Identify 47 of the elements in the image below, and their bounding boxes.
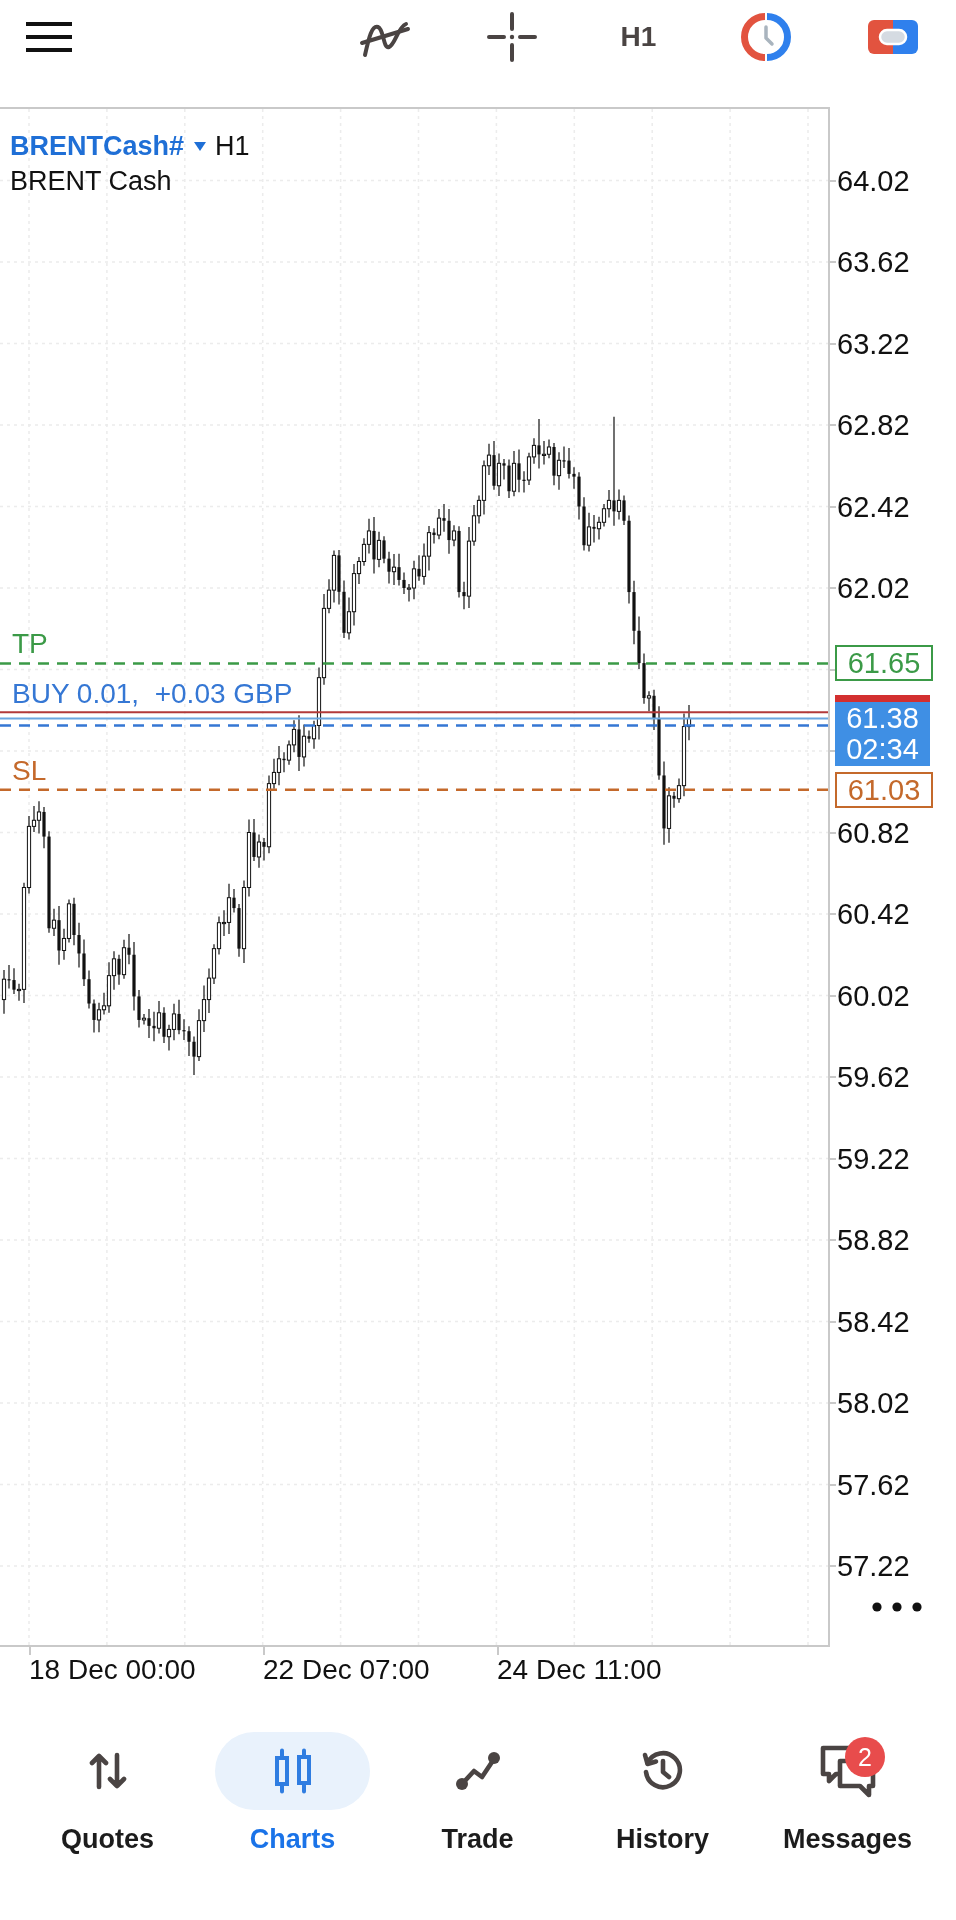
price-axis-label: 63.62 [837, 245, 910, 279]
crosshair-icon[interactable] [486, 12, 537, 62]
position-label: BUY 0.01, +0.03 GBP [12, 679, 293, 710]
bar-countdown: 02:34 [845, 734, 920, 766]
price-axis-label: 60.42 [837, 897, 910, 931]
trend-line-icon [454, 1751, 501, 1791]
price-axis-label: 59.62 [837, 1060, 910, 1094]
price-axis-label: 57.62 [837, 1467, 910, 1502]
take-profit-label: TP [12, 629, 48, 660]
price-axis-label: 62.02 [837, 571, 910, 605]
timeframe-label: H1 [215, 130, 250, 163]
price-axis-label: 59.22 [837, 1141, 910, 1176]
stop-loss-price-tag: 61.03 [835, 771, 933, 808]
timeframe-button[interactable]: H1 [620, 23, 657, 51]
nav-tab[interactable]: History [570, 1732, 755, 1855]
nav-tab[interactable]: Trade [385, 1732, 570, 1855]
switch-icon[interactable] [867, 20, 918, 54]
take-profit-line[interactable] [0, 662, 828, 665]
price-axis-label: 58.42 [837, 1304, 910, 1339]
caret-icon[interactable] [194, 142, 207, 151]
price-axis-label: 58.82 [837, 1223, 910, 1257]
price-axis-label: 64.02 [837, 163, 910, 198]
price-axis-label: 58.02 [837, 1386, 910, 1420]
symbol-description: BRENT Cash [10, 165, 173, 198]
time-axis-label: 22 Dec 07:00 [263, 1653, 430, 1687]
stop-loss-line[interactable] [0, 788, 828, 791]
price-axis-label: 63.22 [837, 326, 910, 361]
symbol-name[interactable]: BRENTCash# [10, 129, 185, 164]
position-line[interactable] [0, 724, 828, 727]
time-axis-label: 24 Dec 11:00 [497, 1653, 662, 1687]
arrows-up-down-icon [87, 1752, 128, 1790]
price-axis-label: 60.82 [837, 815, 910, 850]
nav-tab[interactable]: Quotes [15, 1732, 200, 1855]
stop-loss-label: SL [12, 755, 47, 786]
clock-icon[interactable] [740, 12, 791, 62]
more-icon[interactable] [872, 1602, 922, 1612]
unread-badge: 2 [845, 1737, 885, 1777]
price-axis-label: 57.22 [837, 1549, 910, 1583]
current-price: 61.38 [845, 703, 920, 735]
price-axis-label: 62.42 [837, 489, 910, 524]
price-axis-label: 60.02 [837, 978, 910, 1013]
nav-tab[interactable]: 2 Messages [755, 1732, 940, 1855]
take-profit-price-tag: 61.65 [835, 645, 933, 682]
price-axis-label: 62.82 [837, 408, 910, 442]
time-axis-label: 18 Dec 00:00 [29, 1653, 196, 1687]
nav-tab[interactable]: Charts [200, 1732, 385, 1855]
menu-icon[interactable] [26, 22, 72, 52]
